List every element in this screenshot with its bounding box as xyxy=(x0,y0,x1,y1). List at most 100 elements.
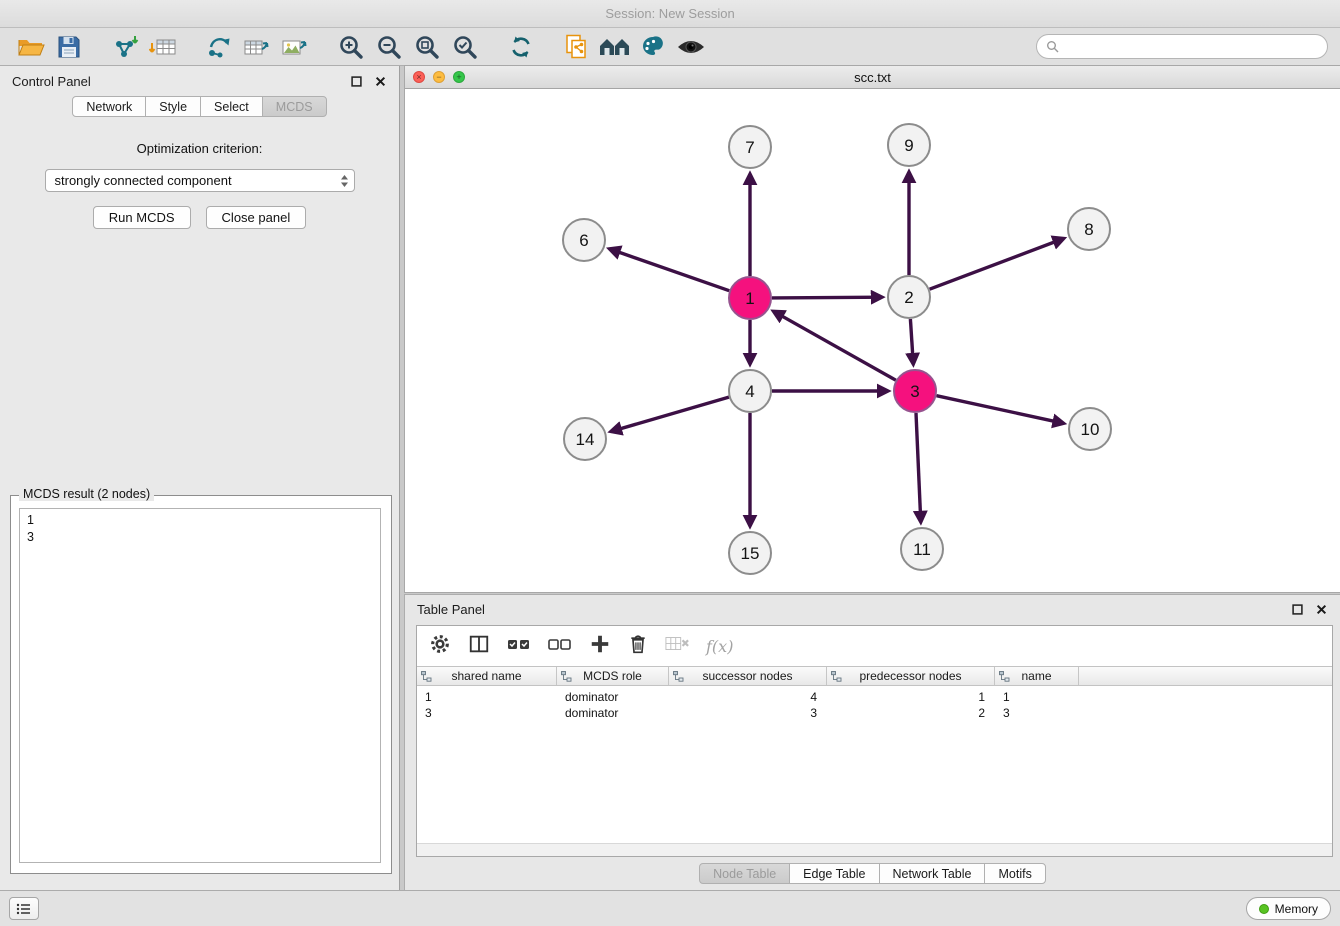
window-titlebar: Session: New Session xyxy=(0,0,1340,28)
window-close-icon[interactable]: × xyxy=(413,71,425,83)
tab-select[interactable]: Select xyxy=(200,96,263,117)
graph-node-label-15: 15 xyxy=(741,544,760,563)
column-attribute-icon xyxy=(421,671,432,682)
graph-edge-4-14[interactable] xyxy=(611,397,729,431)
zoom-in-button[interactable] xyxy=(332,31,370,63)
table-horizontal-scrollbar[interactable] xyxy=(417,843,1332,856)
graph-node-label-9: 9 xyxy=(904,136,913,155)
eye-icon xyxy=(676,37,706,57)
network-graph[interactable]: 7968124314101511 xyxy=(405,89,1340,592)
graph-edge-3-1[interactable] xyxy=(774,311,896,380)
graph-edge-3-10[interactable] xyxy=(937,396,1064,424)
table-row[interactable]: 3dominator323 xyxy=(417,705,1332,721)
table-settings-button[interactable] xyxy=(429,633,451,660)
list-icon xyxy=(16,903,32,915)
delete-column-button[interactable] xyxy=(665,634,689,659)
style-button[interactable] xyxy=(634,31,672,63)
network-canvas[interactable]: 7968124314101511 xyxy=(405,89,1340,592)
run-mcds-button[interactable]: Run MCDS xyxy=(93,206,191,229)
dropdown-value: strongly connected component xyxy=(55,173,232,188)
table-panel-header: Table Panel xyxy=(405,595,1340,623)
export-table-icon xyxy=(243,35,271,59)
graph-edge-2-3[interactable] xyxy=(910,319,913,364)
graph-edge-3-11[interactable] xyxy=(916,413,921,522)
tab-node-table[interactable]: Node Table xyxy=(699,863,790,884)
table-cell: 4 xyxy=(669,689,827,705)
home-button[interactable] xyxy=(596,31,634,63)
tab-network[interactable]: Network xyxy=(72,96,146,117)
graph-node-label-6: 6 xyxy=(579,231,588,250)
task-history-button[interactable] xyxy=(9,897,39,920)
table-cell: 3 xyxy=(669,705,827,721)
show-column-button[interactable] xyxy=(468,633,490,660)
tab-style[interactable]: Style xyxy=(145,96,201,117)
tab-edge-table[interactable]: Edge Table xyxy=(789,863,879,884)
memory-button[interactable]: Memory xyxy=(1246,897,1331,920)
optimization-criterion-label: Optimization criterion: xyxy=(0,141,399,156)
column-header-label: MCDS role xyxy=(583,669,642,683)
tab-network-table[interactable]: Network Table xyxy=(879,863,986,884)
select-all-button[interactable] xyxy=(507,633,531,660)
search-input[interactable] xyxy=(1064,39,1318,54)
graph-node-label-10: 10 xyxy=(1081,420,1100,439)
window-zoom-icon[interactable]: + xyxy=(453,71,465,83)
close-table-panel-icon[interactable] xyxy=(1315,603,1328,616)
mcds-result-list[interactable]: 13 xyxy=(19,508,381,863)
import-table-button[interactable] xyxy=(144,31,182,63)
graph-node-label-2: 2 xyxy=(904,288,913,307)
zoom-selected-button[interactable] xyxy=(446,31,484,63)
save-session-button[interactable] xyxy=(50,31,88,63)
open-session-button[interactable] xyxy=(12,31,50,63)
column-header-label: predecessor nodes xyxy=(859,669,961,683)
close-panel-icon[interactable] xyxy=(374,75,387,88)
delete-row-button[interactable] xyxy=(628,633,648,660)
memory-label: Memory xyxy=(1275,902,1318,916)
float-table-panel-icon[interactable] xyxy=(1291,603,1304,616)
import-network-button[interactable] xyxy=(106,31,144,63)
deselect-all-button[interactable] xyxy=(548,633,572,660)
column-header-label: shared name xyxy=(451,669,521,683)
style-palette-icon xyxy=(640,35,666,59)
zoom-in-icon xyxy=(338,34,364,60)
graph-edge-2-8[interactable] xyxy=(930,239,1064,290)
tab-motifs[interactable]: Motifs xyxy=(984,863,1045,884)
optimization-criterion-dropdown[interactable]: strongly connected component xyxy=(45,169,355,192)
network-document-button[interactable] xyxy=(558,31,596,63)
close-panel-button[interactable]: Close panel xyxy=(206,206,307,229)
export-network-button[interactable] xyxy=(200,31,238,63)
column-attribute-icon xyxy=(673,671,684,682)
trash-icon xyxy=(628,633,648,655)
zoom-fit-button[interactable] xyxy=(408,31,446,63)
add-column-button[interactable] xyxy=(589,633,611,660)
table-cell: dominator xyxy=(557,689,669,705)
column-header-mcds-role[interactable]: MCDS role xyxy=(557,667,669,685)
float-panel-icon[interactable] xyxy=(350,75,363,88)
table-panel: Table Panel f(x) shared name MCDS role suc… xyxy=(405,595,1340,890)
export-image-button[interactable] xyxy=(276,31,314,63)
node-table-body: 1dominator4113dominator323 xyxy=(417,686,1332,721)
export-table-button[interactable] xyxy=(238,31,276,63)
select-all-icon xyxy=(507,633,531,655)
function-builder-button[interactable]: f(x) xyxy=(706,637,733,656)
graph-edge-1-2[interactable] xyxy=(772,297,882,298)
control-panel-header: Control Panel xyxy=(0,66,399,96)
column-header-shared-name[interactable]: shared name xyxy=(417,667,557,685)
search-icon xyxy=(1046,40,1059,53)
window-minimize-icon[interactable]: − xyxy=(433,71,445,83)
zoom-out-button[interactable] xyxy=(370,31,408,63)
graph-node-label-14: 14 xyxy=(576,430,595,449)
table-toolbar: f(x) xyxy=(417,626,1332,666)
column-header-name[interactable]: name xyxy=(995,667,1079,685)
refresh-view-button[interactable] xyxy=(502,31,540,63)
toolbar-search[interactable] xyxy=(1036,34,1328,59)
tab-mcds[interactable]: MCDS xyxy=(262,96,327,117)
column-attribute-icon xyxy=(831,671,842,682)
graph-node-label-1: 1 xyxy=(745,289,754,308)
graph-edge-1-6[interactable] xyxy=(610,249,730,291)
table-row[interactable]: 1dominator411 xyxy=(417,689,1332,705)
column-header-predecessor-nodes[interactable]: predecessor nodes xyxy=(827,667,995,685)
show-hide-button[interactable] xyxy=(672,31,710,63)
graph-node-label-7: 7 xyxy=(745,138,754,157)
column-header-successor-nodes[interactable]: successor nodes xyxy=(669,667,827,685)
network-window-titlebar[interactable]: × − + scc.txt xyxy=(405,66,1340,89)
